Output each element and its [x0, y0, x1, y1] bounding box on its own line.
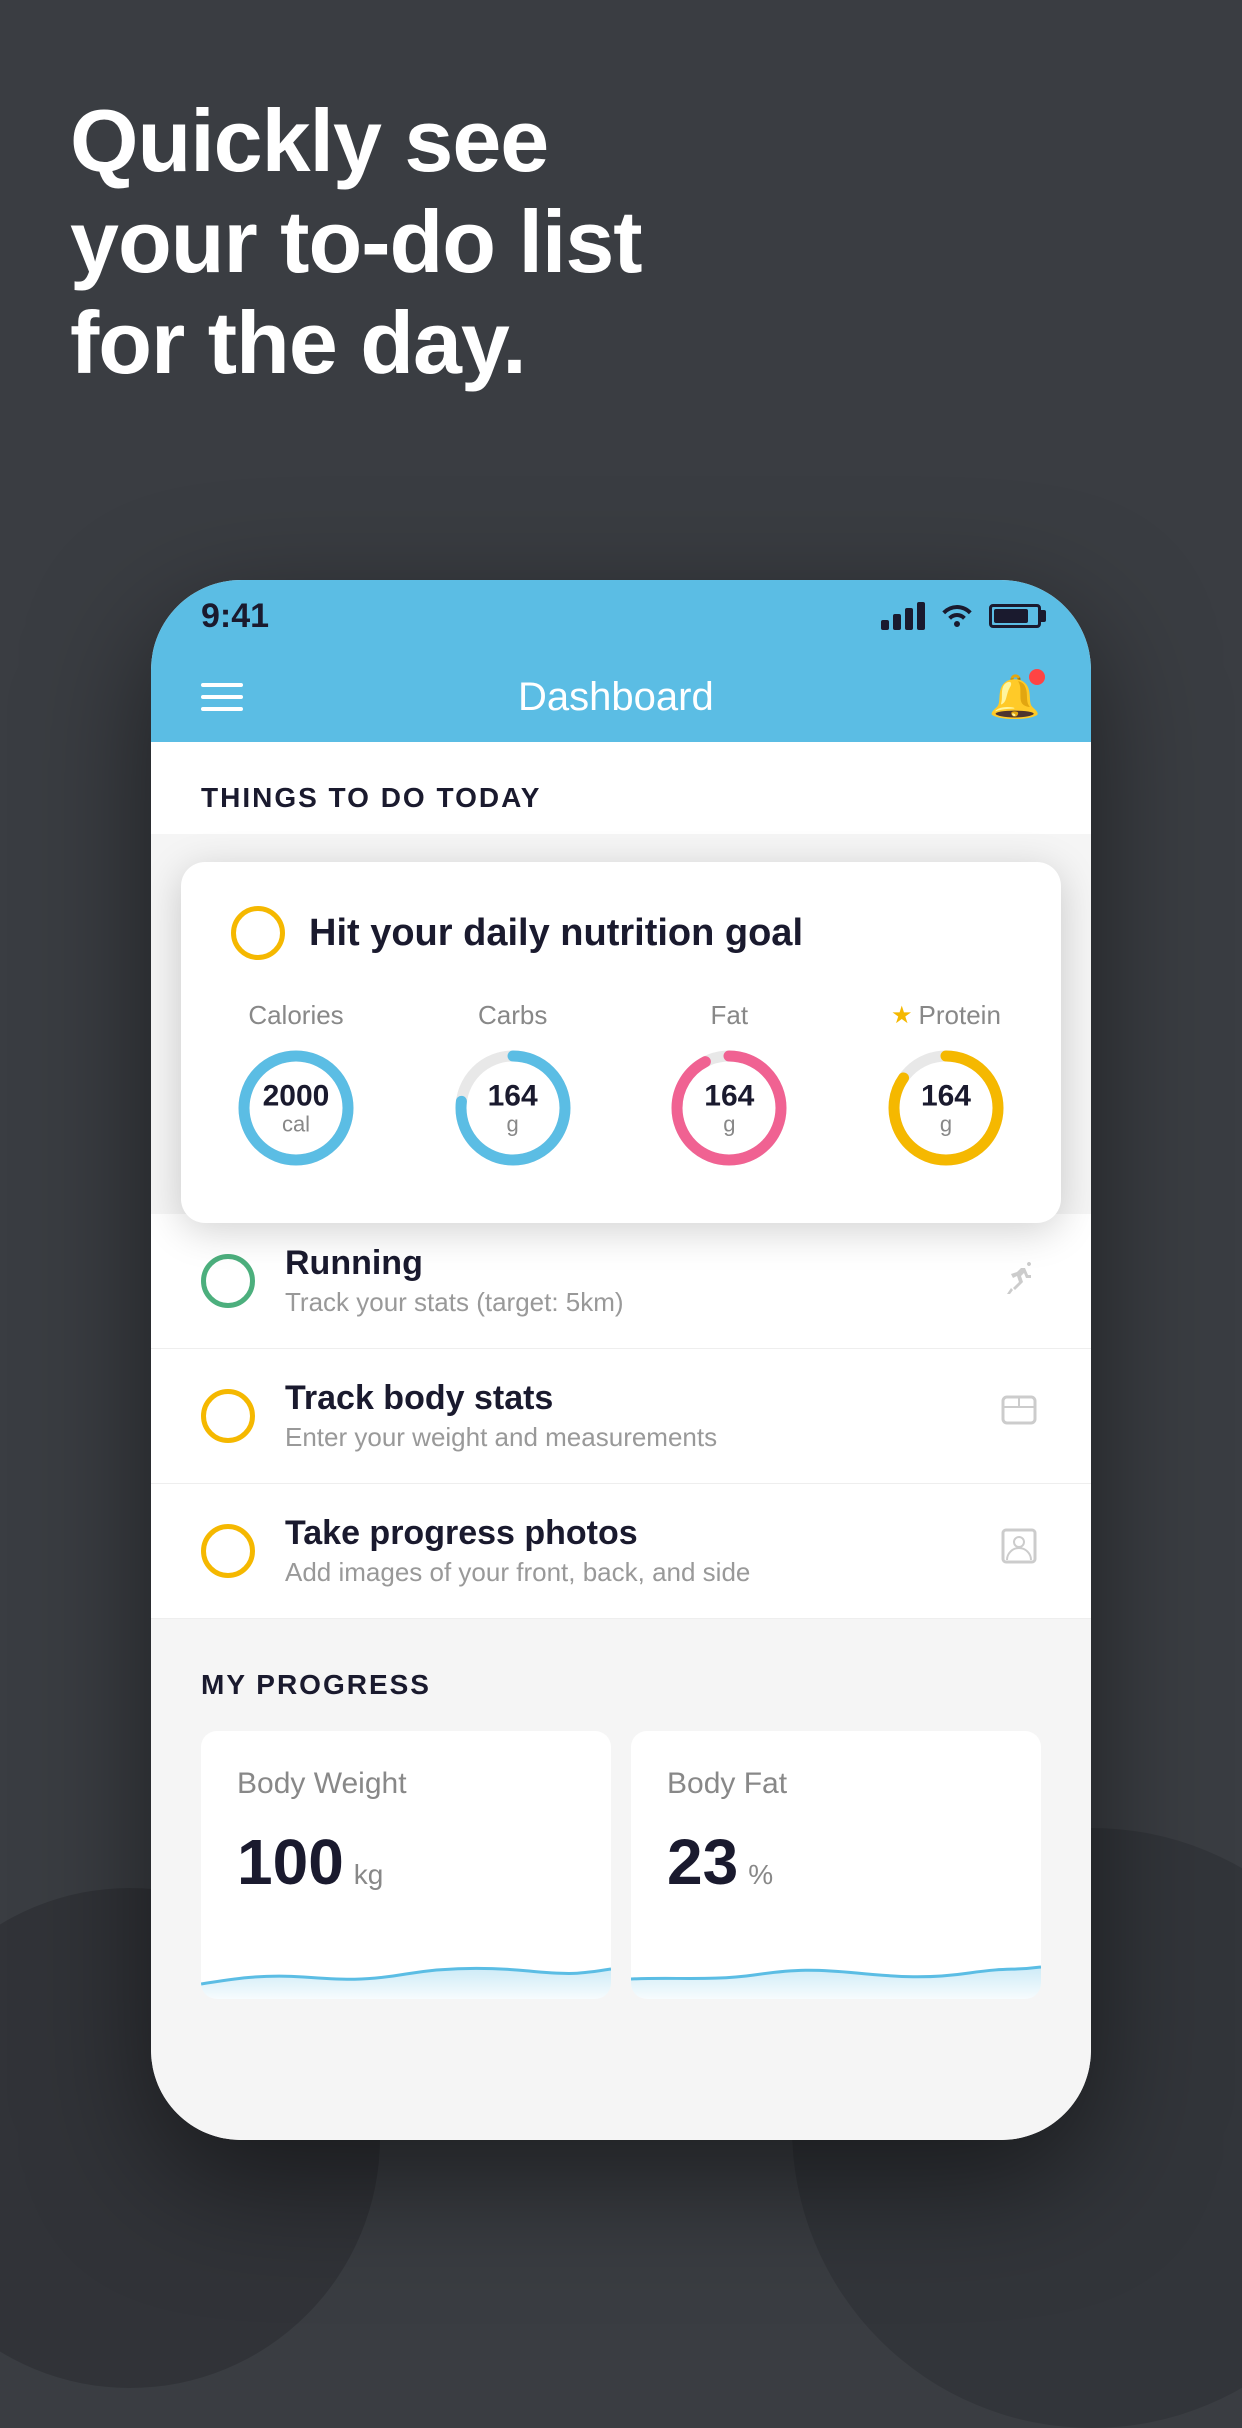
hero-line3: for the day. [70, 292, 642, 393]
calories-unit: cal [263, 1112, 330, 1136]
status-bar: 9:41 [151, 580, 1091, 652]
status-time: 9:41 [201, 597, 269, 636]
battery-icon [989, 604, 1041, 628]
todo-list: Running Track your stats (target: 5km) T… [151, 1214, 1091, 1619]
nutrition-card[interactable]: Hit your daily nutrition goal Calories 2… [181, 862, 1061, 1223]
body-weight-card[interactable]: Body Weight 100 kg [201, 1731, 611, 1999]
status-icons [881, 599, 1041, 634]
phone-frame: 9:41 Dashboard 🔔 [151, 580, 1091, 2140]
nutrition-calories: Calories 2000 cal [231, 1000, 361, 1173]
body-fat-value-row: 23 % [667, 1825, 1005, 1899]
body-fat-value: 23 [667, 1825, 738, 1899]
running-subtitle: Track your stats (target: 5km) [285, 1287, 967, 1318]
photos-subtitle: Add images of your front, back, and side [285, 1557, 967, 1588]
hero-line1: Quickly see [70, 90, 642, 191]
body-fat-title: Body Fat [667, 1767, 1005, 1801]
carbs-value: 164 [488, 1079, 538, 1112]
protein-value: 164 [921, 1079, 971, 1112]
protein-unit: g [921, 1112, 971, 1136]
nutrition-checkbox[interactable] [231, 906, 285, 960]
body-weight-title: Body Weight [237, 1767, 575, 1801]
body-stats-subtitle: Enter your weight and measurements [285, 1422, 967, 1453]
fat-label: Fat [711, 1000, 749, 1031]
todo-item-photos[interactable]: Take progress photos Add images of your … [151, 1484, 1091, 1619]
body-stats-title: Track body stats [285, 1379, 967, 1418]
running-title: Running [285, 1244, 967, 1283]
nav-bar: Dashboard 🔔 [151, 652, 1091, 742]
todo-item-running[interactable]: Running Track your stats (target: 5km) [151, 1214, 1091, 1349]
nutrition-card-title: Hit your daily nutrition goal [309, 912, 803, 955]
running-text: Running Track your stats (target: 5km) [285, 1244, 967, 1318]
progress-cards: Body Weight 100 kg [201, 1731, 1041, 1999]
nutrition-fat: Fat 164 g [664, 1000, 794, 1173]
calories-label: Calories [248, 1000, 343, 1031]
photos-checkbox[interactable] [201, 1524, 255, 1578]
body-stats-checkbox[interactable] [201, 1389, 255, 1443]
nutrition-circles: Calories 2000 cal Carbs [231, 1000, 1011, 1173]
hero-text: Quickly see your to-do list for the day. [70, 90, 642, 394]
protein-ring: 164 g [881, 1043, 1011, 1173]
menu-icon[interactable] [201, 683, 243, 711]
todo-item-body-stats[interactable]: Track body stats Enter your weight and m… [151, 1349, 1091, 1484]
nutrition-protein: ★ Protein 164 g [881, 1000, 1011, 1173]
carbs-unit: g [488, 1112, 538, 1136]
body-fat-card[interactable]: Body Fat 23 % [631, 1731, 1041, 1999]
fat-unit: g [704, 1112, 754, 1136]
carbs-ring: 164 g [448, 1043, 578, 1173]
person-icon [997, 1524, 1041, 1578]
section-header: THINGS TO DO TODAY [201, 782, 1041, 834]
things-to-do-section: THINGS TO DO TODAY [151, 742, 1091, 834]
nutrition-carbs: Carbs 164 g [448, 1000, 578, 1173]
body-stats-text: Track body stats Enter your weight and m… [285, 1379, 967, 1453]
protein-label: ★ Protein [891, 1000, 1001, 1031]
notification-badge [1029, 669, 1045, 685]
calories-ring: 2000 cal [231, 1043, 361, 1173]
signal-icon [881, 602, 925, 630]
hero-line2: your to-do list [70, 191, 642, 292]
body-fat-unit: % [748, 1859, 773, 1891]
running-checkbox[interactable] [201, 1254, 255, 1308]
photos-text: Take progress photos Add images of your … [285, 1514, 967, 1588]
calories-value: 2000 [263, 1079, 330, 1112]
body-weight-value: 100 [237, 1825, 344, 1899]
body-fat-chart [631, 1929, 1041, 1999]
star-icon: ★ [891, 1001, 913, 1030]
running-icon [997, 1254, 1041, 1308]
nav-title: Dashboard [518, 675, 714, 720]
fat-value: 164 [704, 1079, 754, 1112]
body-weight-chart [201, 1929, 611, 1999]
fat-ring: 164 g [664, 1043, 794, 1173]
progress-header: MY PROGRESS [201, 1669, 1041, 1701]
main-content: THINGS TO DO TODAY Hit your daily nutrit… [151, 742, 1091, 2140]
scale-icon [997, 1389, 1041, 1443]
progress-section: MY PROGRESS Body Weight 100 kg [151, 1619, 1091, 1999]
wifi-icon [939, 599, 975, 634]
notification-icon[interactable]: 🔔 [989, 673, 1041, 722]
body-weight-value-row: 100 kg [237, 1825, 575, 1899]
carbs-label: Carbs [478, 1000, 547, 1031]
body-weight-unit: kg [354, 1859, 384, 1891]
photos-title: Take progress photos [285, 1514, 967, 1553]
card-title-row: Hit your daily nutrition goal [231, 906, 1011, 960]
